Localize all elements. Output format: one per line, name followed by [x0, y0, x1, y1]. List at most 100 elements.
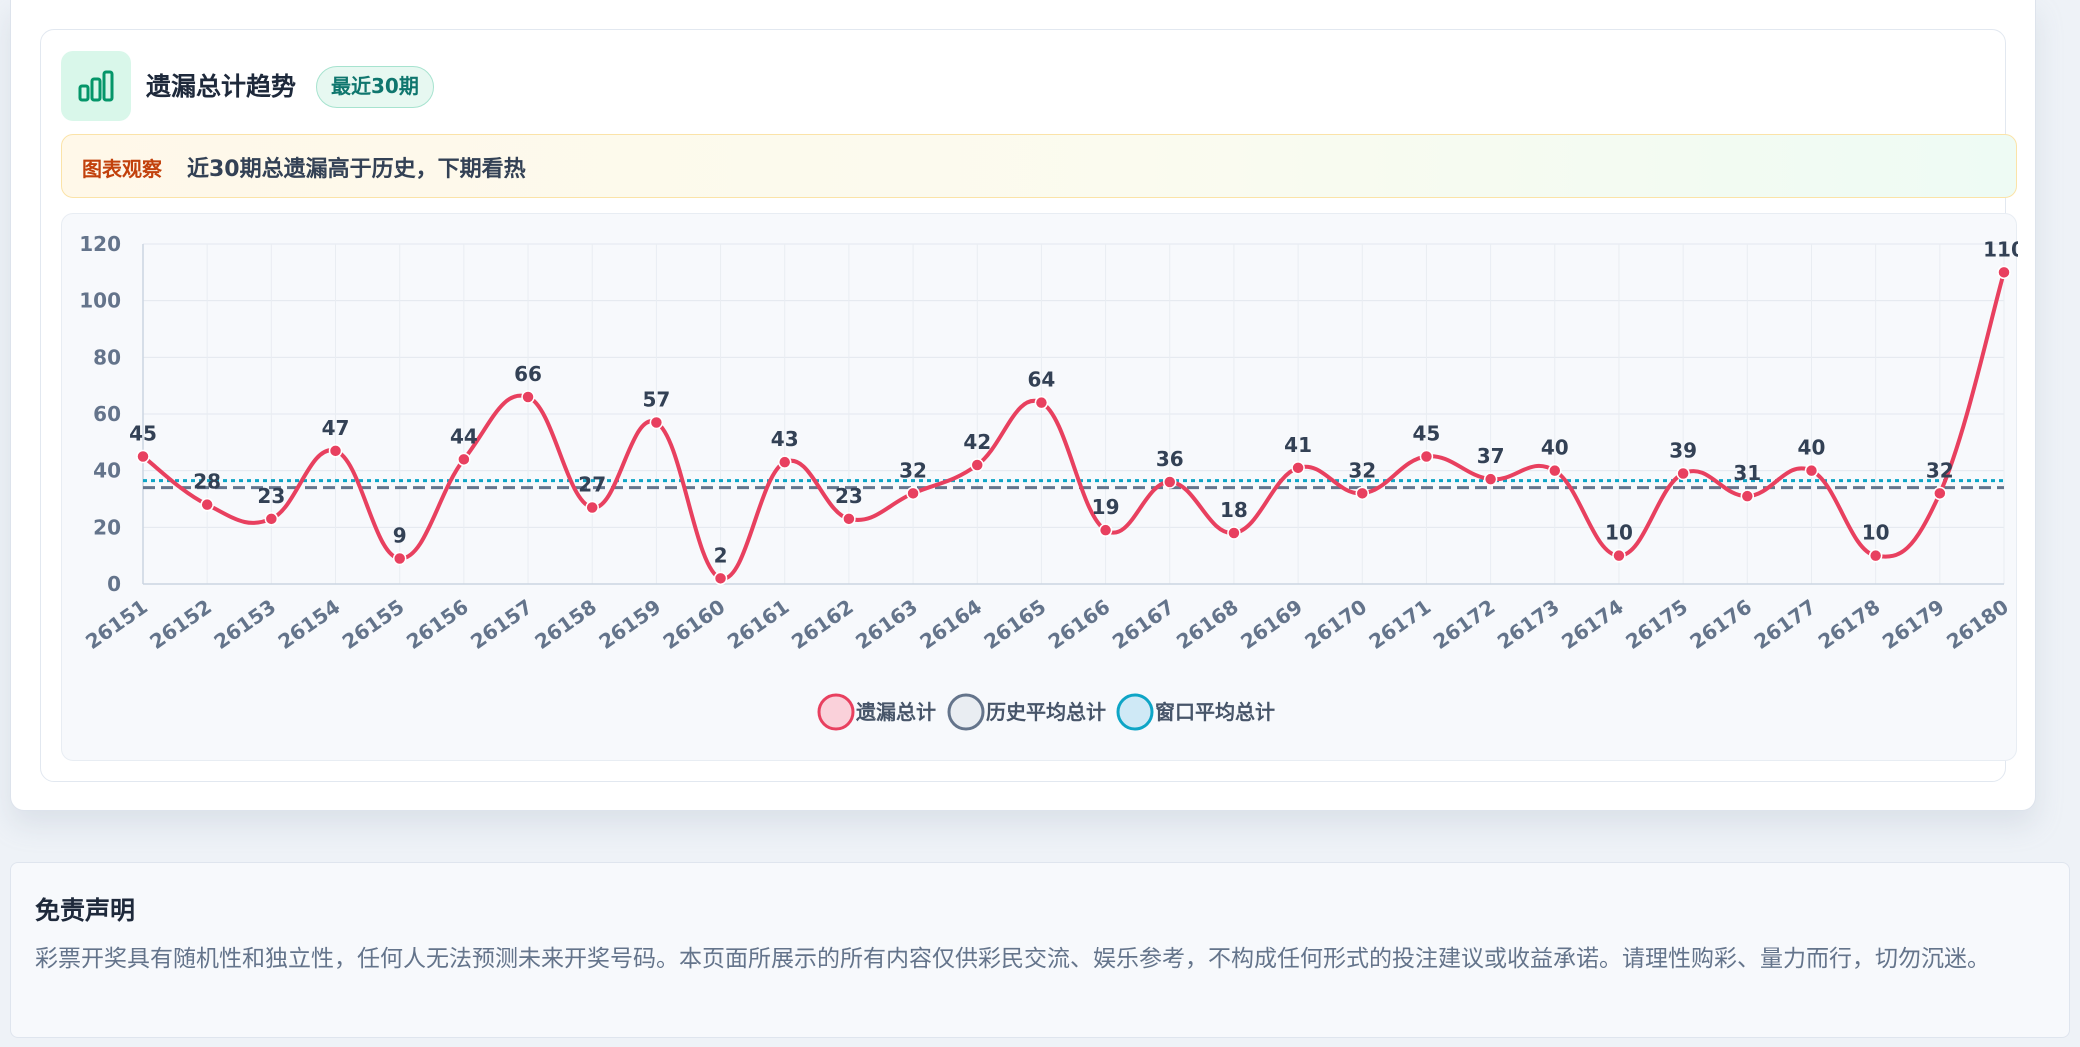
data-label: 31	[1733, 461, 1761, 485]
data-point	[457, 452, 471, 467]
x-tick-label: 26165	[980, 594, 1051, 654]
data-point	[777, 455, 792, 469]
x-tick-label: 26178	[1814, 594, 1885, 654]
data-point	[842, 512, 856, 526]
disclaimer-box: 免责声明 彩票开奖具有随机性和独立性，任何人无法预测未来开奖号码。本页面所展示的…	[10, 862, 2070, 1038]
y-tick-label: 20	[93, 515, 121, 539]
x-tick-label: 26171	[1365, 594, 1436, 654]
data-point	[1098, 523, 1113, 537]
x-tick-label: 26174	[1557, 594, 1628, 654]
data-label: 45	[1413, 422, 1441, 446]
legend-marker	[817, 693, 855, 731]
data-label: 10	[1862, 521, 1890, 545]
x-tick-label: 26156	[402, 594, 473, 654]
x-tick-label: 26168	[1172, 594, 1243, 654]
data-label: 32	[1348, 458, 1376, 482]
data-point	[1034, 395, 1049, 410]
x-tick-label: 26179	[1878, 594, 1949, 654]
observation-label: 图表观察	[82, 157, 162, 181]
data-label: 32	[1926, 458, 1954, 482]
data-label: 32	[899, 458, 927, 482]
x-tick-label: 26167	[1108, 594, 1179, 654]
data-point	[521, 390, 535, 404]
data-label: 23	[257, 484, 285, 508]
omission-total-line	[141, 271, 2006, 581]
x-tick-label: 26172	[1429, 594, 1500, 654]
x-tick-label: 26160	[659, 594, 730, 654]
chart-panel: 0 20 40 60 80 100 120 26151 26152 26153 26154 26155…	[61, 213, 2025, 761]
data-label: 9	[393, 524, 407, 548]
x-tick-label: 26163	[851, 594, 922, 654]
data-point	[1676, 466, 1690, 481]
data-label: 18	[1220, 498, 1248, 522]
chart-title: 遗漏总计趋势	[146, 72, 297, 101]
chart-card: 遗漏总计趋势 最近30期 图表观察 近30期总遗漏高于历史，下期看热 0 20 40…	[40, 29, 2025, 782]
data-point	[1163, 475, 1177, 489]
x-tick-label: 26153	[209, 594, 280, 654]
data-label: 10	[1605, 521, 1633, 545]
x-tick-label: 26152	[145, 594, 216, 654]
x-tick-label: 26162	[787, 594, 858, 654]
data-point	[1483, 472, 1498, 486]
data-label: 19	[1092, 495, 1120, 519]
data-point	[1933, 486, 1947, 501]
data-point	[1868, 548, 1883, 563]
y-tick-label: 120	[79, 232, 121, 256]
x-tick-label: 26175	[1621, 594, 1692, 654]
trend-line-chart: 0 20 40 60 80 100 120 2615126152261532615426155…	[79, 232, 2025, 731]
legend-label: 历史平均总计	[986, 700, 1106, 724]
data-point	[585, 500, 599, 515]
data-point	[1612, 548, 1626, 563]
x-tick-label: 26173	[1493, 594, 1564, 654]
data-point	[1804, 463, 1819, 478]
y-tick-label: 100	[79, 289, 121, 313]
data-label: 40	[1541, 436, 1569, 460]
x-tick-label: 26151	[81, 594, 152, 654]
x-tick-label: 26177	[1750, 594, 1821, 654]
x-tick-label: 26166	[1044, 594, 1115, 654]
legend-label: 窗口平均总计	[1155, 700, 1275, 724]
disclaimer-text: 彩票开奖具有随机性和独立性，任何人无法预测未来开奖号码。本页面所展示的所有内容仅…	[35, 946, 1990, 972]
y-tick-label: 0	[107, 572, 121, 596]
data-point	[1740, 489, 1755, 503]
observation-banner: 图表观察 近30期总遗漏高于历史，下期看热	[61, 134, 2017, 198]
data-point	[1419, 449, 1434, 464]
legend-label: 遗漏总计	[855, 700, 936, 724]
observation-text: 近30期总遗漏高于历史，下期看热	[187, 157, 526, 182]
data-point	[906, 486, 920, 501]
data-point	[1355, 486, 1370, 501]
x-tick-label: 26159	[594, 594, 665, 654]
data-point	[392, 551, 407, 566]
y-tick-label: 80	[93, 345, 121, 369]
legend-marker	[1116, 693, 1154, 731]
data-label: 2	[714, 543, 728, 567]
data-label: 110	[1983, 237, 2018, 261]
disclaimer-title: 免责声明	[35, 896, 136, 925]
data-point	[328, 444, 343, 458]
data-point	[136, 449, 150, 464]
data-label: 64	[1027, 368, 1055, 392]
data-label: 45	[129, 422, 157, 446]
data-point	[1997, 265, 2011, 280]
legend-marker	[947, 693, 985, 731]
data-point	[713, 571, 728, 586]
data-label: 41	[1284, 433, 1312, 457]
data-label: 39	[1669, 439, 1697, 463]
data-point	[649, 415, 664, 430]
data-point	[264, 512, 279, 526]
y-tick-label: 60	[93, 402, 121, 426]
data-label: 43	[771, 427, 799, 451]
data-label: 44	[450, 424, 478, 448]
data-label: 42	[963, 430, 991, 454]
data-label: 47	[322, 416, 350, 440]
data-point	[1291, 461, 1305, 475]
data-label: 28	[193, 470, 221, 494]
x-tick-label: 26180	[1942, 594, 2013, 654]
data-label: 23	[835, 484, 863, 508]
data-label: 57	[642, 388, 670, 412]
data-point	[1227, 526, 1241, 540]
x-tick-label: 26157	[466, 594, 537, 654]
data-label: 37	[1477, 444, 1505, 468]
data-point	[1548, 463, 1562, 478]
x-tick-label: 26161	[723, 594, 794, 654]
